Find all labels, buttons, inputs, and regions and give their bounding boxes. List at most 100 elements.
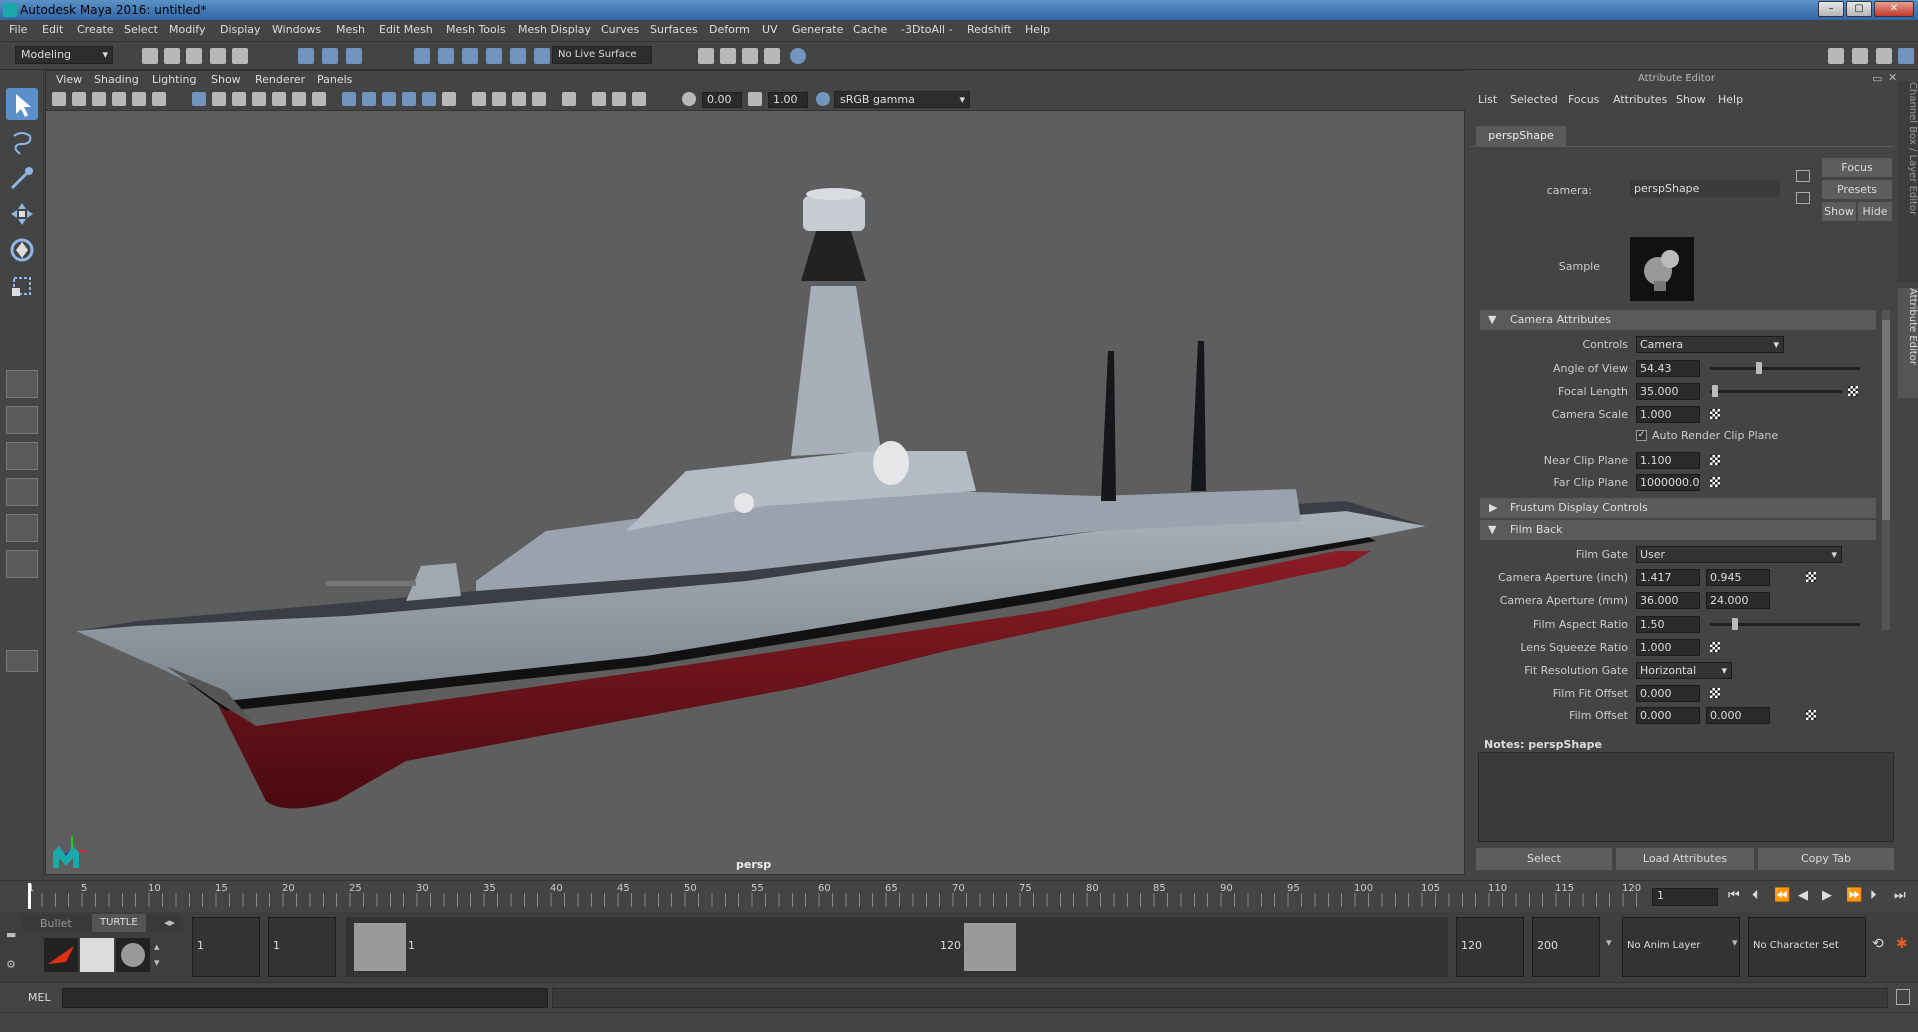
- angle-of-view-field[interactable]: 54.43: [1636, 360, 1700, 377]
- menu-select[interactable]: Select: [124, 23, 158, 36]
- playback-start-field[interactable]: 1: [268, 917, 336, 977]
- gamma-icon[interactable]: [748, 92, 762, 106]
- camera-name-field[interactable]: perspShape: [1630, 180, 1780, 197]
- far-clip-field[interactable]: 1000000.000: [1636, 474, 1700, 491]
- four-view-layout-icon[interactable]: [6, 406, 38, 434]
- menu-cache[interactable]: Cache: [853, 23, 887, 36]
- gamma-field[interactable]: 1.00: [768, 92, 808, 108]
- side-tab-attribute-editor[interactable]: Attribute Editor: [1898, 288, 1918, 398]
- script-editor-icon[interactable]: [1896, 989, 1910, 1005]
- film-gate-icon[interactable]: [212, 92, 226, 106]
- ambient-occlusion-icon[interactable]: [472, 92, 486, 106]
- film-offset-map-icon[interactable]: [1806, 710, 1816, 720]
- chevron-down-icon[interactable]: ▾: [1732, 936, 1738, 949]
- anti-aliasing-icon[interactable]: [512, 92, 526, 106]
- camera-scale-map-icon[interactable]: [1710, 409, 1720, 419]
- step-forward-frame-icon[interactable]: ⏵: [1870, 888, 1877, 903]
- close-button[interactable]: ✕: [1874, 1, 1914, 17]
- aperture-inch-map-icon[interactable]: [1806, 572, 1816, 582]
- load-attributes-button[interactable]: Load Attributes: [1616, 848, 1754, 870]
- turtle-sphere-icon[interactable]: [116, 938, 150, 972]
- workspace-layout-icon[interactable]: [1828, 48, 1844, 64]
- lens-squeeze-field[interactable]: 1.000: [1636, 639, 1700, 656]
- step-forward-key-icon[interactable]: ⏩: [1846, 888, 1862, 903]
- go-to-end-icon[interactable]: ⏭: [1894, 888, 1906, 903]
- ae-menu-list[interactable]: List: [1478, 93, 1497, 106]
- menu-file[interactable]: File: [9, 23, 27, 36]
- ae-scrollbar-thumb[interactable]: [1882, 320, 1890, 520]
- notes-textarea[interactable]: [1478, 752, 1894, 842]
- step-back-key-icon[interactable]: ⏪: [1774, 888, 1790, 903]
- range-start-handle[interactable]: [354, 923, 406, 971]
- aperture-inch-y-field[interactable]: 0.945: [1706, 569, 1770, 586]
- auto-render-clip-checkbox[interactable]: ✓: [1636, 430, 1647, 441]
- float-panel-icon[interactable]: ▭: [1872, 72, 1882, 85]
- shelf-settings-icon[interactable]: ⚙: [6, 958, 16, 971]
- vp-menu-shading[interactable]: Shading: [94, 73, 139, 86]
- bookmark-icon[interactable]: [92, 92, 106, 106]
- menu-edit[interactable]: Edit: [42, 23, 63, 36]
- undo-icon[interactable]: [210, 48, 226, 64]
- lasso-tool-icon[interactable]: [8, 128, 36, 156]
- playback-end-field[interactable]: 120: [1456, 917, 1524, 977]
- snap-surface-icon[interactable]: [510, 48, 526, 64]
- menu-3dtoall[interactable]: -3DtoAll -: [901, 23, 953, 36]
- anim-layer-field[interactable]: No Anim Layer: [1622, 917, 1740, 977]
- range-end-handle[interactable]: [964, 923, 1016, 971]
- animation-end-field[interactable]: 200: [1532, 917, 1600, 977]
- shelf-scroll-icon[interactable]: ◂▸: [164, 916, 175, 929]
- panel-layout-icon[interactable]: [1852, 48, 1868, 64]
- film-gate-dropdown[interactable]: User ▾: [1636, 546, 1842, 563]
- menu-windows[interactable]: Windows: [272, 23, 321, 36]
- time-slider[interactable]: 1 5 10 15 20 25 30 35 40 45 50 55 60 65 …: [0, 880, 1918, 912]
- camera-attributes-icon[interactable]: [72, 92, 86, 106]
- shelf-menu-icon[interactable]: ▬: [6, 928, 16, 941]
- safe-action-icon[interactable]: [292, 92, 306, 106]
- shelf-tab-turtle[interactable]: TURTLE: [92, 914, 146, 932]
- camera-scale-field[interactable]: 1.000: [1636, 406, 1700, 423]
- near-clip-map-icon[interactable]: [1710, 455, 1720, 465]
- xray-joints-icon[interactable]: [632, 92, 646, 106]
- fit-resolution-dropdown[interactable]: Horizontal ▾: [1636, 662, 1732, 679]
- film-aspect-field[interactable]: 1.50: [1636, 616, 1700, 633]
- current-frame-field[interactable]: 1: [1652, 888, 1718, 906]
- menu-curves[interactable]: Curves: [601, 23, 639, 36]
- wireframe-on-shaded-icon[interactable]: [382, 92, 396, 106]
- far-clip-map-icon[interactable]: [1710, 477, 1720, 487]
- aperture-mm-x-field[interactable]: 36.000: [1636, 592, 1700, 609]
- vp-menu-view[interactable]: View: [56, 73, 82, 86]
- turtle-bake-icon[interactable]: [80, 938, 114, 972]
- go-to-start-icon[interactable]: ⏮: [1728, 888, 1740, 903]
- select-button[interactable]: Select: [1476, 848, 1612, 870]
- copy-tab-button[interactable]: Copy Tab: [1758, 848, 1894, 870]
- ae-menu-focus[interactable]: Focus: [1568, 93, 1599, 106]
- menu-display[interactable]: Display: [220, 23, 261, 36]
- field-chart-icon[interactable]: [272, 92, 286, 106]
- mode-selector[interactable]: Modeling ▾: [15, 46, 113, 64]
- uv-layout-icon[interactable]: [6, 550, 38, 578]
- select-by-hierarchy-icon[interactable]: [298, 48, 314, 64]
- redshift-icon[interactable]: [790, 48, 806, 64]
- play-backwards-icon[interactable]: ◀: [1798, 888, 1808, 903]
- move-tool-icon[interactable]: [8, 200, 36, 228]
- focal-length-slider[interactable]: [1710, 390, 1842, 393]
- xray-icon[interactable]: [592, 92, 606, 106]
- shadows-icon[interactable]: [442, 92, 456, 106]
- grid-icon[interactable]: [192, 92, 206, 106]
- film-fit-offset-field[interactable]: 0.000: [1636, 685, 1700, 702]
- animation-prefs-icon[interactable]: ✱: [1896, 936, 1908, 952]
- film-fit-offset-map-icon[interactable]: [1710, 688, 1720, 698]
- two-d-pan-zoom-icon[interactable]: [132, 92, 146, 106]
- range-bar[interactable]: 1 120: [346, 917, 1448, 977]
- ae-menu-help[interactable]: Help: [1718, 93, 1743, 106]
- select-camera-icon[interactable]: [52, 92, 66, 106]
- save-scene-icon[interactable]: [186, 48, 202, 64]
- select-tool-icon[interactable]: [6, 88, 38, 120]
- persp-outliner-layout-icon[interactable]: [6, 442, 38, 470]
- camera-attributes-header[interactable]: ▼ Camera Attributes: [1480, 310, 1876, 330]
- xray-active-icon[interactable]: [612, 92, 626, 106]
- menu-mesh-display[interactable]: Mesh Display: [518, 23, 591, 36]
- frustum-display-header[interactable]: ▶ Frustum Display Controls: [1480, 498, 1876, 518]
- shelf-tab-bullet[interactable]: Bullet: [40, 917, 72, 930]
- focal-length-slider-thumb[interactable]: [1712, 385, 1718, 397]
